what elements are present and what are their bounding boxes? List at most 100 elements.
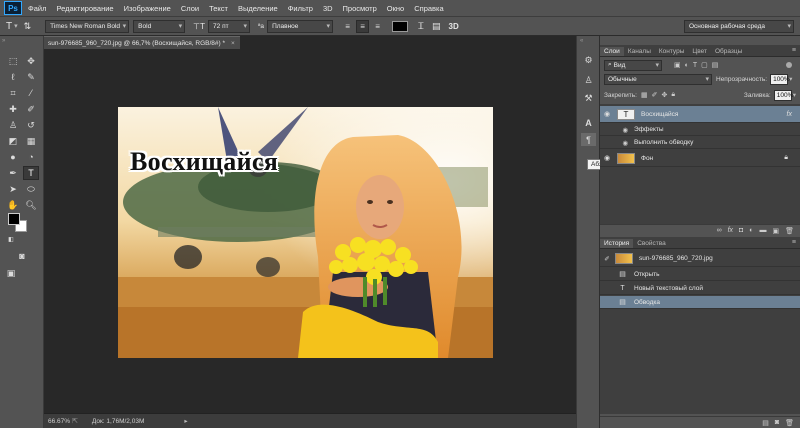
history-snapshot[interactable]: ✐ sun-976685_960_720.jpg bbox=[600, 251, 800, 267]
document-image[interactable]: Восхищайся bbox=[118, 107, 493, 358]
filter-shape-icon[interactable]: ▢ bbox=[701, 61, 708, 69]
align-left-icon[interactable]: ≡ bbox=[341, 20, 354, 33]
hand-tool-icon[interactable]: ✋ bbox=[5, 198, 21, 212]
eye-icon[interactable]: ◉ bbox=[600, 154, 614, 162]
foreground-color-swatch[interactable] bbox=[8, 213, 20, 225]
status-menu-arrow-icon[interactable]: ▸ bbox=[184, 417, 187, 425]
default-colors-icon[interactable]: ◧ bbox=[3, 232, 19, 246]
zoom-level[interactable]: 66.67% bbox=[44, 418, 72, 425]
history-item[interactable]: ▤ Открыть bbox=[600, 268, 800, 281]
clone-source-icon[interactable]: ♙ bbox=[581, 74, 596, 87]
fill-input[interactable]: 100% bbox=[773, 89, 793, 101]
history-item-selected[interactable]: ▤ Обводка bbox=[600, 296, 800, 309]
brush-tool-icon[interactable]: ✐ bbox=[23, 102, 39, 116]
workspace-dropdown[interactable]: Основная рабочая среда bbox=[684, 19, 794, 33]
antialias-dropdown[interactable]: Плавное bbox=[267, 19, 334, 33]
panel-menu-icon[interactable]: ≡ bbox=[792, 47, 796, 54]
gradient-tool-icon[interactable]: ▦ bbox=[23, 134, 39, 148]
brush-presets-icon[interactable]: ⚙ bbox=[581, 54, 596, 67]
zoom-tool-icon[interactable]: 🔍︎ bbox=[23, 198, 39, 212]
history-item[interactable]: T Новый текстовый слой bbox=[600, 282, 800, 295]
blend-mode-dropdown[interactable]: Обычные bbox=[604, 73, 712, 85]
delete-layer-icon[interactable]: 🗑︎ bbox=[785, 227, 794, 235]
layer-row-effects[interactable]: ◉ Эффекты bbox=[600, 124, 800, 136]
pen-tool-icon[interactable]: ✒ bbox=[5, 166, 21, 180]
lock-pixels-icon[interactable]: ✐ bbox=[652, 91, 658, 99]
text-orientation-icon[interactable]: ⇅ bbox=[24, 21, 32, 32]
tab-layers[interactable]: Слои bbox=[600, 47, 624, 56]
collapse-toolbar-icon[interactable]: » bbox=[2, 38, 5, 44]
close-icon[interactable]: × bbox=[231, 40, 235, 47]
menu-layers[interactable]: Слои bbox=[181, 4, 199, 13]
tab-history[interactable]: История bbox=[600, 239, 634, 248]
lock-all-icon[interactable]: 🔒︎ bbox=[671, 91, 675, 99]
add-style-icon[interactable]: fx bbox=[728, 227, 733, 234]
layer-filter-dropdown[interactable]: ⌕ Вид bbox=[604, 59, 662, 71]
document-tab[interactable]: sun-976685_960_720.jpg @ 66,7% (Восхищай… bbox=[44, 36, 240, 49]
font-family-dropdown[interactable]: Times New Roman Bold bbox=[45, 19, 130, 33]
history-brush-tool-icon[interactable]: ↺ bbox=[23, 118, 39, 132]
layer-row-stroke-effect[interactable]: ◉ Выполнить обводку bbox=[600, 137, 800, 149]
quick-select-tool-icon[interactable]: ✎ bbox=[23, 70, 39, 84]
new-group-icon[interactable]: ▬ bbox=[759, 227, 766, 234]
paragraph-panel-icon[interactable]: ¶ bbox=[581, 133, 596, 146]
opacity-input[interactable]: 100% bbox=[770, 73, 790, 85]
filter-type-icon[interactable]: T bbox=[693, 62, 697, 69]
warp-text-icon[interactable]: Ꮖ bbox=[418, 21, 424, 32]
add-mask-icon[interactable]: ◘ bbox=[739, 227, 743, 234]
menu-edit[interactable]: Редактирование bbox=[56, 4, 113, 13]
tool-presets-icon[interactable]: ⚒ bbox=[581, 92, 596, 105]
screen-mode-icon[interactable]: ▣ bbox=[3, 266, 19, 280]
filter-toggle[interactable] bbox=[786, 62, 792, 68]
export-icon[interactable]: ⇱ bbox=[72, 417, 78, 425]
tab-paths[interactable]: Контуры bbox=[655, 47, 689, 56]
crop-tool-icon[interactable]: ⌗ bbox=[5, 86, 21, 100]
font-style-dropdown[interactable]: Bold bbox=[133, 19, 186, 33]
move-tool-icon[interactable]: ✥ bbox=[23, 54, 39, 68]
menu-view[interactable]: Просмотр bbox=[343, 4, 377, 13]
tool-preset-chevron-icon[interactable]: ▾ bbox=[14, 22, 18, 30]
eyedropper-tool-icon[interactable]: ⁄ bbox=[23, 86, 39, 100]
type-tool-icon[interactable]: T bbox=[23, 166, 39, 180]
new-layer-icon[interactable]: ▣ bbox=[772, 227, 779, 235]
lock-transparency-icon[interactable]: ▦ bbox=[641, 91, 648, 99]
align-center-icon[interactable]: ≡ bbox=[356, 19, 370, 33]
tab-swatches[interactable]: Образцы bbox=[711, 47, 746, 56]
menu-window[interactable]: Окно bbox=[387, 4, 404, 13]
canvas-area[interactable]: Восхищайся bbox=[44, 49, 576, 413]
align-right-icon[interactable]: ≡ bbox=[371, 20, 384, 33]
healing-brush-tool-icon[interactable]: ✚ bbox=[5, 102, 21, 116]
quick-mask-icon[interactable]: ◙ bbox=[14, 249, 30, 263]
snapshot-brush-icon[interactable]: ✐ bbox=[600, 255, 614, 263]
panel-menu-icon[interactable]: ≡ bbox=[792, 239, 796, 246]
headline-text-layer[interactable]: Восхищайся bbox=[130, 147, 278, 177]
menu-3d[interactable]: 3D bbox=[323, 4, 333, 13]
path-selection-tool-icon[interactable]: ➤ bbox=[5, 182, 21, 196]
shape-tool-icon[interactable]: ⬭ bbox=[23, 182, 39, 196]
fx-icon[interactable]: fx bbox=[787, 111, 792, 118]
tab-color[interactable]: Цвет bbox=[688, 47, 711, 56]
character-panel-icon[interactable]: A bbox=[581, 116, 596, 129]
link-layers-icon[interactable]: ∞ bbox=[717, 227, 722, 234]
blur-tool-icon[interactable]: ● bbox=[5, 150, 21, 164]
font-size-dropdown[interactable]: 72 пт bbox=[208, 19, 251, 33]
stroke-eye-icon[interactable]: ◉ bbox=[600, 139, 628, 147]
lasso-tool-icon[interactable]: ℓ bbox=[5, 70, 21, 84]
fill-chevron-icon[interactable]: ▾ bbox=[793, 91, 796, 99]
opacity-chevron-icon[interactable]: ▾ bbox=[789, 75, 792, 83]
text-color-swatch[interactable] bbox=[392, 20, 409, 32]
menu-select[interactable]: Выделение bbox=[238, 4, 278, 13]
marquee-tool-icon[interactable]: ⬚ bbox=[5, 54, 21, 68]
expand-panels-icon[interactable]: « bbox=[580, 38, 583, 44]
toggle-panels-icon[interactable]: ▤ bbox=[432, 21, 441, 32]
menu-file[interactable]: Файл bbox=[28, 4, 46, 13]
new-snapshot-icon[interactable]: ◙ bbox=[775, 419, 779, 426]
menu-image[interactable]: Изображение bbox=[124, 4, 171, 13]
filter-smart-object-icon[interactable]: ▤ bbox=[712, 61, 719, 69]
menu-filter[interactable]: Фильтр bbox=[288, 4, 313, 13]
dodge-tool-icon[interactable]: ◔ bbox=[23, 150, 39, 164]
clone-stamp-tool-icon[interactable]: ♙ bbox=[5, 118, 21, 132]
tab-channels[interactable]: Каналы bbox=[624, 47, 655, 56]
filter-pixel-icon[interactable]: ▣ bbox=[674, 61, 681, 69]
layer-row-background[interactable]: ◉ Фон 🔒︎ bbox=[600, 150, 800, 167]
